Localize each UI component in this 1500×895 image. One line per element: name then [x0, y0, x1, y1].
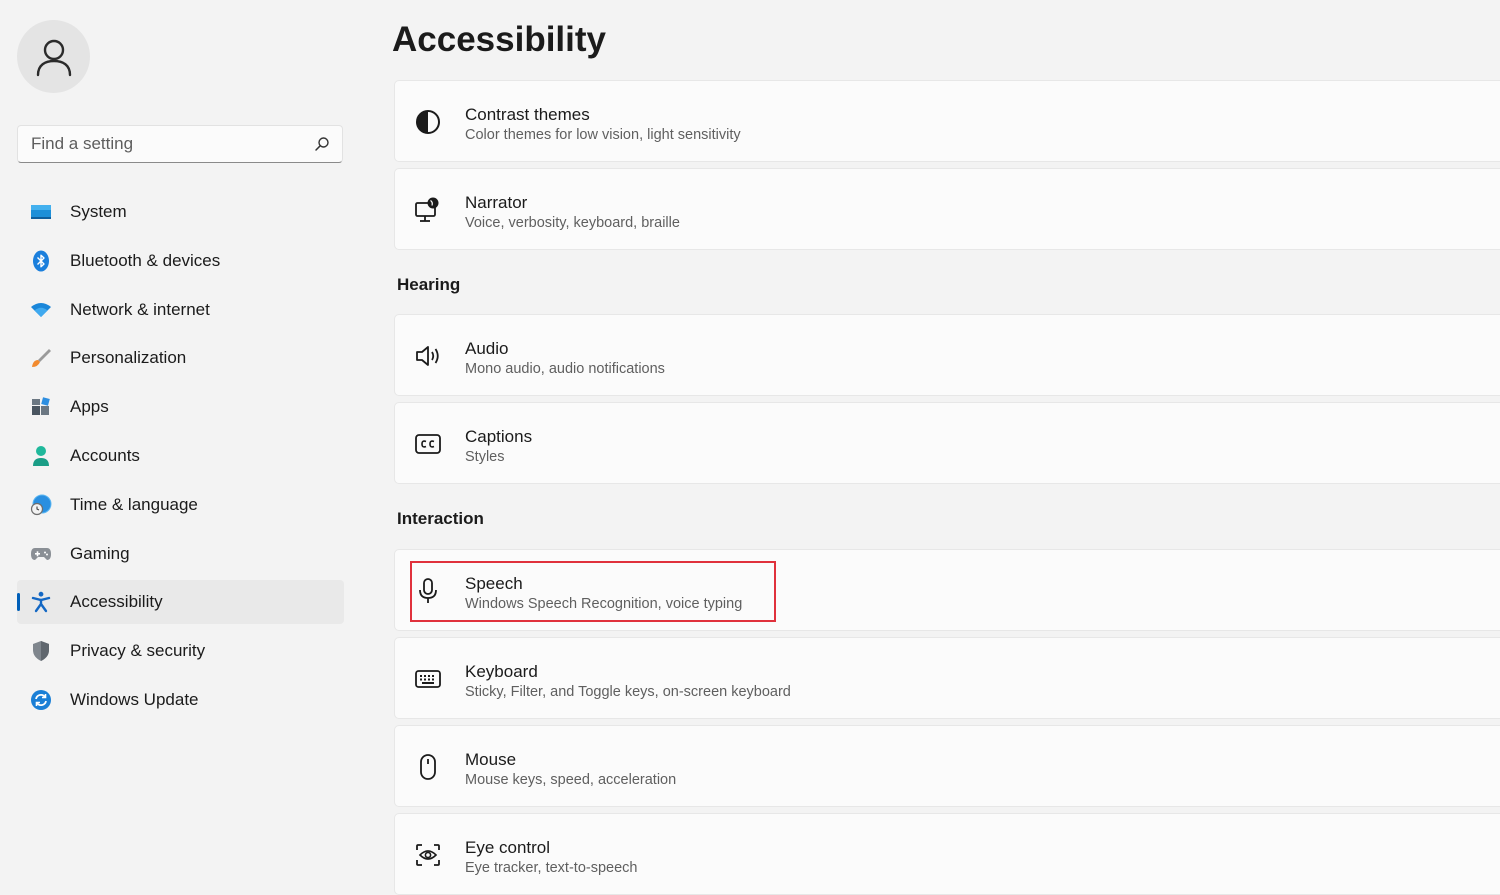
search-input[interactable] — [18, 133, 302, 155]
card-title: Captions — [465, 427, 533, 446]
card-subtitle: Sticky, Filter, and Toggle keys, on-scre… — [465, 684, 791, 700]
card-title: Narrator — [465, 193, 528, 212]
section-header-hearing: Hearing — [397, 275, 461, 294]
sidebar-item-accounts[interactable]: Accounts — [17, 434, 344, 478]
wifi-icon — [29, 298, 53, 322]
card-subtitle: Styles — [465, 449, 505, 465]
card-contrast-themes[interactable]: Contrast themes Color themes for low vis… — [394, 80, 1500, 162]
card-subtitle: Voice, verbosity, keyboard, braille — [465, 215, 680, 231]
card-title: Contrast themes — [465, 105, 590, 124]
accessibility-icon — [29, 590, 53, 614]
card-title: Audio — [465, 339, 509, 358]
sidebar-item-system[interactable]: System — [17, 190, 344, 234]
apps-icon — [29, 395, 53, 419]
sidebar-nav: System Bluetooth & devices Network & int… — [17, 190, 344, 727]
sidebar-item-label: Time & language — [70, 494, 198, 514]
card-speech[interactable]: Speech Windows Speech Recognition, voice… — [394, 549, 1500, 631]
shield-icon — [29, 639, 53, 663]
card-mouse[interactable]: Mouse Mouse keys, speed, acceleration — [394, 725, 1500, 807]
search-box[interactable] — [17, 125, 343, 163]
monitor-icon — [29, 200, 53, 224]
card-subtitle: Mono audio, audio notifications — [465, 361, 665, 377]
card-title: Eye control — [465, 838, 551, 857]
sidebar-item-apps[interactable]: Apps — [17, 385, 344, 429]
sidebar-item-gaming[interactable]: Gaming — [17, 532, 344, 576]
update-icon — [29, 688, 53, 712]
sidebar-item-label: Windows Update — [70, 689, 199, 709]
card-title: Keyboard — [465, 662, 538, 681]
user-avatar[interactable] — [17, 20, 90, 93]
card-narrator[interactable]: Narrator Voice, verbosity, keyboard, bra… — [394, 168, 1500, 250]
card-subtitle: Eye tracker, text-to-speech — [465, 860, 638, 876]
sidebar-item-label: Bluetooth & devices — [70, 250, 221, 270]
sidebar-item-privacy-security[interactable]: Privacy & security — [17, 629, 344, 673]
card-title: Speech — [465, 574, 523, 593]
card-captions[interactable]: Captions Styles — [394, 402, 1500, 484]
person-icon — [29, 444, 53, 468]
sidebar-item-label: System — [70, 202, 127, 221]
page-title: Accessibility — [392, 20, 606, 59]
mouse-icon — [413, 752, 443, 782]
brush-icon — [29, 346, 53, 370]
section-header-interaction: Interaction — [397, 509, 484, 528]
search-icon[interactable] — [302, 136, 342, 152]
card-title: Mouse — [465, 750, 517, 769]
card-subtitle: Windows Speech Recognition, voice typing — [465, 596, 743, 612]
sidebar-item-label: Accessibility — [70, 592, 163, 612]
narrator-icon — [413, 195, 443, 225]
globe-clock-icon — [29, 493, 53, 517]
contrast-icon — [413, 107, 443, 137]
microphone-icon — [413, 576, 443, 606]
captions-icon — [413, 429, 443, 459]
card-subtitle: Color themes for low vision, light sensi… — [465, 127, 741, 143]
sidebar-item-label: Network & internet — [70, 299, 210, 319]
sidebar-item-accessibility[interactable]: Accessibility — [17, 580, 344, 625]
sidebar-item-label: Gaming — [70, 543, 130, 563]
sidebar-item-network[interactable]: Network & internet — [17, 288, 344, 332]
eye-control-icon — [413, 840, 443, 870]
card-keyboard[interactable]: Keyboard Sticky, Filter, and Toggle keys… — [394, 637, 1500, 719]
speaker-icon — [413, 341, 443, 371]
sidebar-item-label: Accounts — [70, 445, 140, 465]
gamepad-icon — [29, 542, 53, 566]
bluetooth-icon — [29, 249, 53, 273]
sidebar-item-time-language[interactable]: Time & language — [17, 483, 344, 527]
active-indicator — [17, 593, 20, 612]
card-audio[interactable]: Audio Mono audio, audio notifications — [394, 314, 1500, 396]
sidebar-item-label: Apps — [70, 397, 109, 417]
card-subtitle: Mouse keys, speed, acceleration — [465, 772, 677, 788]
sidebar-item-personalization[interactable]: Personalization — [17, 336, 344, 380]
sidebar-item-bluetooth[interactable]: Bluetooth & devices — [17, 239, 344, 283]
sidebar-item-label: Privacy & security — [70, 641, 206, 661]
card-eye-control[interactable]: Eye control Eye tracker, text-to-speech — [394, 813, 1500, 895]
sidebar-item-windows-update[interactable]: Windows Update — [17, 678, 344, 722]
sidebar-item-label: Personalization — [70, 348, 187, 368]
keyboard-icon — [413, 664, 443, 694]
person-icon — [36, 39, 71, 76]
